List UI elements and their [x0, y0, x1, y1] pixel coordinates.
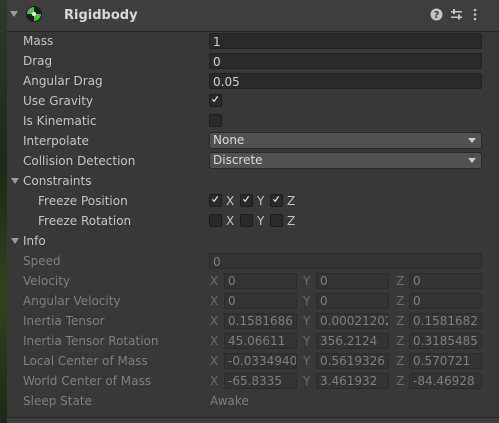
world-center-of-mass-z-label: Z [396, 374, 405, 388]
freeze-position-x-label: X [226, 194, 235, 208]
freeze-position-z-label: Z [287, 194, 296, 208]
inertia-tensor-y-label: Y [303, 314, 311, 328]
freeze-position-z-checkbox[interactable] [270, 194, 283, 207]
angular-velocity-z-label: Z [396, 294, 405, 308]
freeze-position-label: Freeze Position [38, 194, 128, 208]
checkmark-icon [212, 196, 218, 203]
freeze-position-y-label: Y [257, 194, 265, 208]
use-gravity-label: Use Gravity [23, 94, 94, 108]
presets-icon[interactable] [450, 8, 463, 22]
angular-velocity-y-label: Y [303, 294, 311, 308]
local-center-of-mass-y-field: 0.5619326 [316, 353, 389, 369]
info-foldout-icon[interactable] [11, 238, 19, 244]
angular-drag-field[interactable]: 0.05 [209, 73, 482, 89]
chevron-down-icon [468, 138, 476, 143]
interpolate-label: Interpolate [23, 134, 89, 148]
mass-label: Mass [23, 34, 54, 48]
freeze-position-x-checkbox[interactable] [209, 194, 222, 207]
constraints-label[interactable]: Constraints [23, 171, 91, 191]
inertia-tensor-rotation-label: Inertia Tensor Rotation [23, 334, 159, 348]
collision-detection-label: Collision Detection [23, 154, 136, 168]
inertia-tensor-z-field: 0.1581682 [409, 313, 482, 329]
inertia-tensor-y-field: 0.00021202 [316, 313, 389, 329]
angular-drag-label: Angular Drag [23, 74, 103, 88]
freeze-position-y-checkbox[interactable] [240, 194, 253, 207]
local-center-of-mass-y-label: Y [303, 354, 311, 368]
next-component-header[interactable] [7, 418, 499, 423]
velocity-x-label: X [210, 274, 219, 288]
angular-velocity-x-field: 0 [224, 293, 297, 309]
world-center-of-mass-y-label: Y [303, 374, 311, 388]
drag-field[interactable]: 0 [209, 53, 482, 69]
world-center-of-mass-x-label: X [210, 374, 219, 388]
world-center-of-mass-z-field: -84.46928 [409, 373, 482, 389]
freeze-rotation-z-label: Z [287, 214, 296, 228]
local-center-of-mass-z-field: 0.570721 [409, 353, 482, 369]
angular-velocity-y-field: 0 [316, 293, 389, 309]
freeze-rotation-x-label: X [226, 214, 235, 228]
more-icon[interactable] [472, 8, 478, 22]
speed-label: Speed [23, 254, 61, 268]
speed-field: 0 [209, 253, 482, 269]
freeze-rotation-label: Freeze Rotation [38, 214, 132, 228]
velocity-z-field: 0 [409, 273, 482, 289]
world-center-of-mass-x-field: -65.8335 [224, 373, 297, 389]
rigidbody-icon [25, 5, 43, 23]
svg-text:?: ? [434, 10, 440, 21]
freeze-rotation-x-checkbox[interactable] [209, 214, 222, 227]
local-center-of-mass-label: Local Center of Mass [23, 354, 148, 368]
mass-field[interactable]: 1 [209, 33, 482, 49]
velocity-y-field: 0 [316, 273, 389, 289]
freeze-rotation-y-label: Y [257, 214, 265, 228]
velocity-z-label: Z [396, 274, 405, 288]
velocity-x-field: 0 [224, 273, 297, 289]
sleep-state-label: Sleep State [23, 394, 92, 408]
inertia-tensor-x-field: 0.1581686 [224, 313, 297, 329]
sleep-state-value: Awake [210, 394, 249, 408]
is-kinematic-checkbox[interactable] [209, 114, 222, 127]
collision-detection-value: Discrete [213, 153, 263, 167]
angular-velocity-z-field: 0 [409, 293, 482, 309]
freeze-rotation-y-checkbox[interactable] [240, 214, 253, 227]
world-center-of-mass-label: World Center of Mass [23, 374, 151, 388]
info-label[interactable]: Info [23, 231, 46, 251]
left-gutter [0, 0, 7, 423]
foldout-arrow-icon[interactable] [10, 11, 18, 17]
constraints-foldout-icon[interactable] [11, 178, 19, 184]
use-gravity-checkbox[interactable] [209, 94, 222, 107]
inertia-tensor-z-label: Z [396, 314, 405, 328]
interpolate-value: None [213, 133, 245, 147]
velocity-y-label: Y [303, 274, 311, 288]
local-center-of-mass-z-label: Z [396, 354, 405, 368]
angular-velocity-x-label: X [210, 294, 219, 308]
inertia-tensor-rotation-y-field: 356.2124 [316, 333, 389, 349]
freeze-rotation-z-checkbox[interactable] [270, 214, 283, 227]
component-title: Rigidbody [64, 8, 138, 23]
drag-label: Drag [23, 54, 53, 68]
checkmark-icon [212, 96, 218, 103]
velocity-label: Velocity [23, 274, 71, 288]
collision-detection-dropdown[interactable]: Discrete [209, 152, 482, 169]
checkmark-icon [273, 196, 279, 203]
inertia-tensor-label: Inertia Tensor [23, 314, 105, 328]
local-center-of-mass-x-field: -0.0334940 [224, 353, 297, 369]
world-center-of-mass-y-field: 3.461932 [316, 373, 389, 389]
angular-velocity-label: Angular Velocity [23, 294, 121, 308]
is-kinematic-label: Is Kinematic [23, 114, 97, 128]
inertia-tensor-rotation-x-label: X [210, 334, 219, 348]
checkmark-icon [243, 196, 249, 203]
inertia-tensor-rotation-z-label: Z [396, 334, 405, 348]
interpolate-dropdown[interactable]: None [209, 132, 482, 149]
inertia-tensor-rotation-y-label: Y [303, 334, 311, 348]
inertia-tensor-rotation-z-field: 0.3185485 [409, 333, 482, 349]
local-center-of-mass-x-label: X [210, 354, 219, 368]
inertia-tensor-x-label: X [210, 314, 219, 328]
chevron-down-icon [468, 158, 476, 163]
help-icon[interactable]: ? [430, 8, 443, 22]
inertia-tensor-rotation-x-field: 45.06611 [224, 333, 297, 349]
